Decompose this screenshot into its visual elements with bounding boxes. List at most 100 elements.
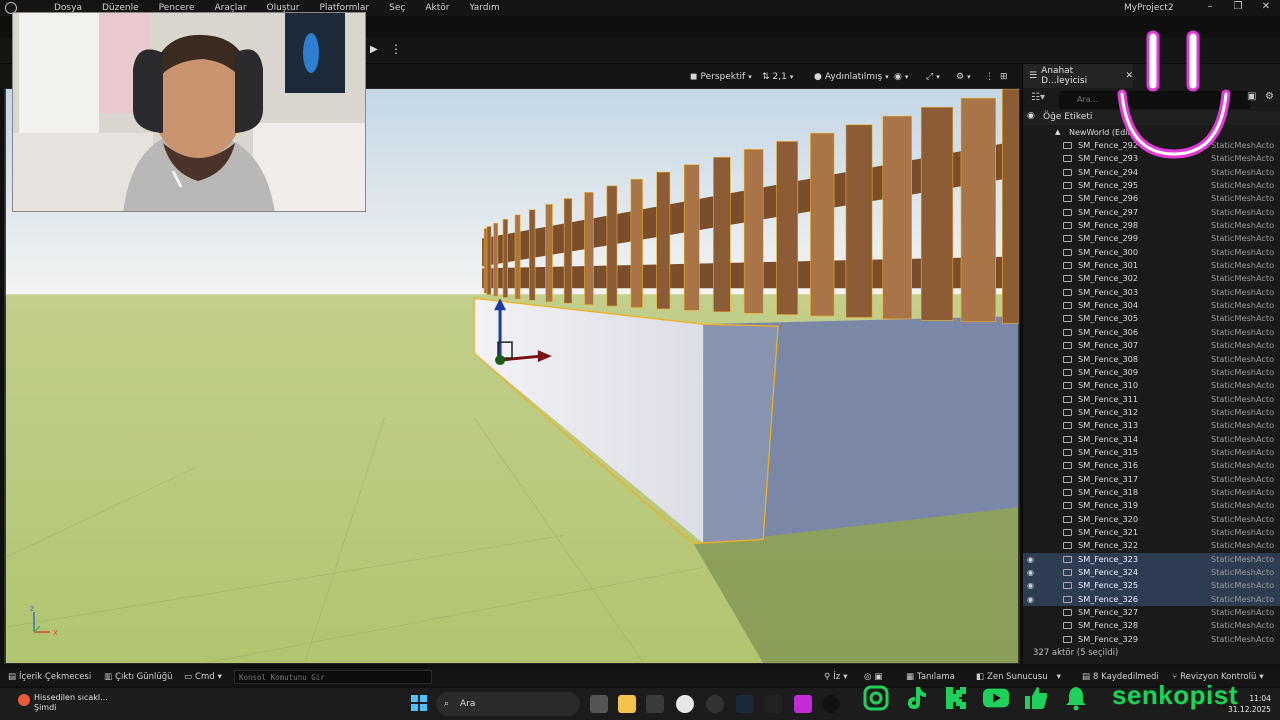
- play-icon[interactable]: ▶: [370, 44, 384, 58]
- outliner-row[interactable]: SM_Fence_315 StaticMeshActo: [1023, 446, 1280, 459]
- outliner-row[interactable]: SM_Fence_298 StaticMeshActo: [1023, 219, 1280, 232]
- outliner-row[interactable]: SM_Fence_295 StaticMeshActo: [1023, 179, 1280, 192]
- media-app-icon[interactable]: [646, 695, 664, 713]
- maximize-icon[interactable]: ❐: [1228, 1, 1248, 15]
- outliner-row[interactable]: SM_Fence_321 StaticMeshActo: [1023, 526, 1280, 539]
- outliner-row[interactable]: SM_Fence_300 StaticMeshActo: [1023, 246, 1280, 259]
- outliner-row[interactable]: SM_Fence_320 StaticMeshActo: [1023, 513, 1280, 526]
- outliner-row[interactable]: SM_Fence_312 StaticMeshActo: [1023, 406, 1280, 419]
- outliner-row[interactable]: ◉ SM_Fence_324 StaticMeshActo: [1023, 566, 1280, 580]
- settings-dropdown[interactable]: ⚙ ▾: [956, 69, 971, 85]
- outliner-row[interactable]: SM_Fence_313 StaticMeshActo: [1023, 419, 1280, 432]
- fence-picket[interactable]: [810, 132, 835, 317]
- fence-picket[interactable]: [920, 106, 954, 321]
- fence-picket[interactable]: [502, 219, 509, 298]
- gear-icon[interactable]: ⚙: [1265, 91, 1274, 102]
- outliner-row[interactable]: SM_Fence_301 StaticMeshActo: [1023, 259, 1280, 272]
- steam-icon[interactable]: [736, 695, 754, 713]
- outliner-icon: ☰: [1029, 71, 1038, 81]
- outliner-row[interactable]: SM_Fence_329 StaticMeshActo: [1023, 633, 1280, 646]
- outliner-row[interactable]: SM_Fence_310 StaticMeshActo: [1023, 379, 1280, 392]
- epic-games-icon[interactable]: [764, 695, 782, 713]
- outliner-row[interactable]: SM_Fence_303 StaticMeshActo: [1023, 286, 1280, 299]
- add-folder-icon[interactable]: ▣: [1247, 91, 1256, 102]
- layout-button[interactable]: ⊞: [1000, 69, 1008, 85]
- visibility-eye-icon[interactable]: ◉: [1027, 579, 1034, 592]
- twitch-studio-icon[interactable]: [794, 695, 812, 713]
- camera-speed-dropdown[interactable]: ⇅ 2,1 ▾: [762, 69, 793, 85]
- outliner-row[interactable]: SM_Fence_327 StaticMeshActo: [1023, 606, 1280, 619]
- taskbar-search[interactable]: ⌕ Ara: [436, 692, 580, 716]
- weather-icon[interactable]: [18, 694, 30, 706]
- fence-picket[interactable]: [1001, 89, 1019, 324]
- content-drawer-button[interactable]: ▤ İçerik Çekmecesi: [8, 672, 91, 682]
- outliner-row[interactable]: SM_Fence_296 StaticMeshActo: [1023, 192, 1280, 205]
- fence-picket[interactable]: [845, 124, 873, 318]
- chrome-icon[interactable]: [676, 695, 694, 713]
- close-icon[interactable]: ✕: [1256, 1, 1276, 15]
- task-view-icon[interactable]: [590, 695, 608, 713]
- outliner-row[interactable]: ◉ SM_Fence_323 StaticMeshActo: [1023, 552, 1280, 566]
- menu-select[interactable]: Seç: [379, 3, 415, 13]
- fence-picket[interactable]: [776, 141, 799, 315]
- outliner-row[interactable]: SM_Fence_302 StaticMeshActo: [1023, 272, 1280, 285]
- fence-picket[interactable]: [630, 178, 643, 308]
- fence-picket[interactable]: [493, 223, 499, 297]
- fence-picket[interactable]: [528, 209, 536, 301]
- unreal-engine-icon[interactable]: [822, 695, 840, 713]
- visibility-eye-icon[interactable]: ◉: [1027, 553, 1034, 566]
- obs-icon[interactable]: [706, 695, 724, 713]
- transform-dropdown[interactable]: ⤢ ▾: [926, 69, 940, 85]
- outliner-row[interactable]: SM_Fence_322 StaticMeshActo: [1023, 539, 1280, 552]
- outliner-row[interactable]: SM_Fence_317 StaticMeshActo: [1023, 473, 1280, 486]
- weather-widget[interactable]: Hissedilen sıcakl... Şimdi: [34, 693, 108, 713]
- menu-actor[interactable]: Aktör: [415, 3, 459, 13]
- outliner-row[interactable]: SM_Fence_297 StaticMeshActo: [1023, 206, 1280, 219]
- fence-picket[interactable]: [514, 214, 521, 300]
- fence-picket[interactable]: [882, 115, 913, 320]
- fence-picket[interactable]: [960, 97, 997, 322]
- outliner-row[interactable]: SM_Fence_294 StaticMeshActo: [1023, 166, 1280, 179]
- outliner-row[interactable]: ◉ SM_Fence_326 StaticMeshActo: [1023, 592, 1280, 607]
- console-command-input[interactable]: [234, 670, 432, 684]
- play-options-icon[interactable]: ⋮: [390, 42, 402, 58]
- visibility-eye-icon[interactable]: ◉: [1027, 593, 1034, 606]
- fence-picket[interactable]: [683, 164, 700, 311]
- outliner-row[interactable]: SM_Fence_306 StaticMeshActo: [1023, 326, 1280, 339]
- menu-help[interactable]: Yardım: [459, 3, 509, 13]
- fence-picket[interactable]: [656, 171, 671, 310]
- static-mesh-icon: [1063, 382, 1072, 390]
- fence-picket[interactable]: [563, 198, 573, 304]
- outliner-row[interactable]: SM_Fence_304 StaticMeshActo: [1023, 299, 1280, 312]
- outliner-row[interactable]: SM_Fence_307 StaticMeshActo: [1023, 339, 1280, 352]
- outliner-row[interactable]: SM_Fence_311 StaticMeshActo: [1023, 393, 1280, 406]
- view-mode-dropdown[interactable]: ◼ Perspektif ▾: [690, 69, 752, 85]
- outliner-row[interactable]: SM_Fence_308 StaticMeshActo: [1023, 353, 1280, 366]
- visibility-eye-icon[interactable]: ◉: [1027, 566, 1034, 579]
- minimize-icon[interactable]: –: [1200, 1, 1220, 15]
- outliner-row[interactable]: SM_Fence_319 StaticMeshActo: [1023, 499, 1280, 512]
- outliner-row[interactable]: SM_Fence_305 StaticMeshActo: [1023, 312, 1280, 325]
- outliner-row[interactable]: SM_Fence_318 StaticMeshActo: [1023, 486, 1280, 499]
- outliner-row[interactable]: SM_Fence_309 StaticMeshActo: [1023, 366, 1280, 379]
- cmd-dropdown[interactable]: ▭ Cmd ▾: [184, 672, 222, 682]
- outliner-row[interactable]: SM_Fence_328 StaticMeshActo: [1023, 619, 1280, 632]
- trace-dropdown[interactable]: ⚲ İz ▾: [824, 672, 847, 682]
- outliner-row[interactable]: SM_Fence_299 StaticMeshActo: [1023, 232, 1280, 245]
- outliner-row[interactable]: SM_Fence_316 StaticMeshActo: [1023, 459, 1280, 472]
- fence-picket[interactable]: [606, 185, 618, 307]
- fence-picket[interactable]: [545, 204, 553, 303]
- file-explorer-icon[interactable]: [618, 695, 636, 713]
- output-log-button[interactable]: ▥ Çıktı Günlüğü: [104, 672, 173, 682]
- fence-picket[interactable]: [713, 156, 731, 313]
- lighting-dropdown[interactable]: ● Aydınlatılmış ▾: [814, 69, 889, 85]
- fence-picket[interactable]: [486, 226, 492, 295]
- filter-icon[interactable]: ☷▾: [1031, 92, 1045, 103]
- outliner-row[interactable]: ◉ SM_Fence_325 StaticMeshActo: [1023, 579, 1280, 593]
- show-dropdown[interactable]: ◉ ▾: [894, 69, 908, 85]
- viewport-more-button[interactable]: ⋮: [985, 69, 994, 85]
- windows-start-icon[interactable]: [410, 694, 428, 712]
- outliner-row[interactable]: SM_Fence_314 StaticMeshActo: [1023, 433, 1280, 446]
- fence-picket[interactable]: [584, 192, 594, 305]
- fence-picket[interactable]: [743, 149, 764, 314]
